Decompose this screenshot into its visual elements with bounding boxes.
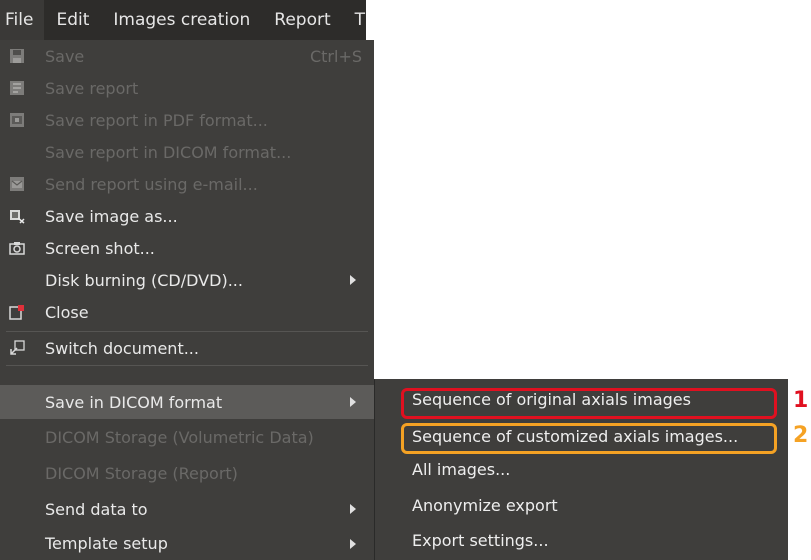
save-report-icon	[10, 81, 24, 95]
submenu-arrow-icon	[350, 538, 356, 549]
menu-file[interactable]: File	[0, 0, 45, 40]
submenu-item-anonymize-export[interactable]: Anonymize export	[375, 490, 788, 523]
menu-item-save-image-as[interactable]: Save image as...	[0, 200, 374, 232]
callout-number-1: 1	[793, 388, 809, 413]
menu-item-label: Save in DICOM format	[45, 392, 223, 412]
menu-item-label: Send data to	[45, 499, 148, 519]
menu-item-send-data-to[interactable]: Send data to	[0, 491, 374, 527]
menu-item-label: Close	[45, 302, 89, 322]
menu-item-disk-burning[interactable]: Disk burning (CD/DVD)...	[0, 264, 374, 296]
menu-item-close[interactable]: Close	[0, 296, 374, 328]
submenu-item-all-images[interactable]: All images...	[375, 454, 788, 487]
menu-item-screen-shot[interactable]: Screen shot...	[0, 232, 374, 264]
floppy-disk-icon	[10, 49, 24, 63]
menu-item-label: Send report using e-mail...	[45, 174, 258, 194]
menu-item-label: Template setup	[45, 534, 168, 553]
menu-item-label: Disk burning (CD/DVD)...	[45, 270, 243, 290]
menu-item-label: DICOM Storage (Volumetric Data)	[45, 427, 314, 447]
menu-item-label: Switch document...	[45, 338, 199, 358]
menu-item-switch-document[interactable]: Switch document...	[0, 332, 374, 364]
menu-edit[interactable]: Edit	[44, 0, 101, 40]
menu-item-label: Screen shot...	[45, 238, 155, 258]
menu-tools-truncated[interactable]: T	[343, 0, 365, 40]
highlight-box-1	[401, 388, 777, 419]
callout-number-2: 2	[793, 423, 809, 448]
submenu-item-export-settings[interactable]: Export settings...	[375, 525, 788, 558]
menu-item-save-report-pdf[interactable]: Save report in PDF format...	[0, 104, 374, 136]
menu-bar: File Edit Images creation Report T	[0, 0, 366, 40]
submenu-item-label: All images...	[412, 460, 511, 479]
switch-document-icon	[10, 340, 25, 355]
save-image-icon	[10, 210, 25, 224]
submenu-arrow-icon	[350, 275, 356, 285]
submenu-item-label: Anonymize export	[412, 496, 558, 515]
file-menu: Save Ctrl+S Save report Save report in P…	[0, 40, 374, 560]
menu-images-creation[interactable]: Images creation	[101, 0, 262, 40]
menu-item-dicom-storage-volumetric[interactable]: DICOM Storage (Volumetric Data)	[0, 419, 374, 455]
menu-item-save-report-dicom[interactable]: Save report in DICOM format...	[0, 136, 374, 168]
menu-item-label: DICOM Storage (Report)	[45, 463, 238, 483]
close-document-icon	[9, 305, 24, 320]
camera-icon	[9, 242, 25, 255]
menu-item-label: Save report in PDF format...	[45, 110, 268, 130]
pdf-save-icon	[10, 113, 24, 127]
menu-item-template-setup[interactable]: Template setup	[0, 527, 374, 560]
submenu-arrow-icon	[350, 504, 356, 514]
submenu-arrow-icon	[350, 397, 356, 407]
highlight-box-2	[401, 423, 777, 454]
menu-item-save[interactable]: Save Ctrl+S	[0, 40, 374, 72]
menu-item-save-report[interactable]: Save report	[0, 72, 374, 104]
menu-item-save-in-dicom-format[interactable]: Save in DICOM format	[0, 385, 374, 419]
shortcut-text: Ctrl+S	[309, 46, 362, 66]
menu-item-label: Save	[45, 46, 85, 66]
menu-item-dicom-storage-report[interactable]: DICOM Storage (Report)	[0, 455, 374, 491]
submenu-item-label: Export settings...	[412, 531, 549, 550]
menu-item-label: Save report in DICOM format...	[45, 142, 292, 162]
menu-separator	[6, 365, 368, 366]
menu-item-send-report-email[interactable]: Send report using e-mail...	[0, 168, 374, 200]
email-report-icon	[10, 177, 24, 191]
menu-item-label: Save report	[45, 78, 139, 98]
menu-report[interactable]: Report	[262, 0, 342, 40]
menu-item-label: Save image as...	[45, 206, 178, 226]
